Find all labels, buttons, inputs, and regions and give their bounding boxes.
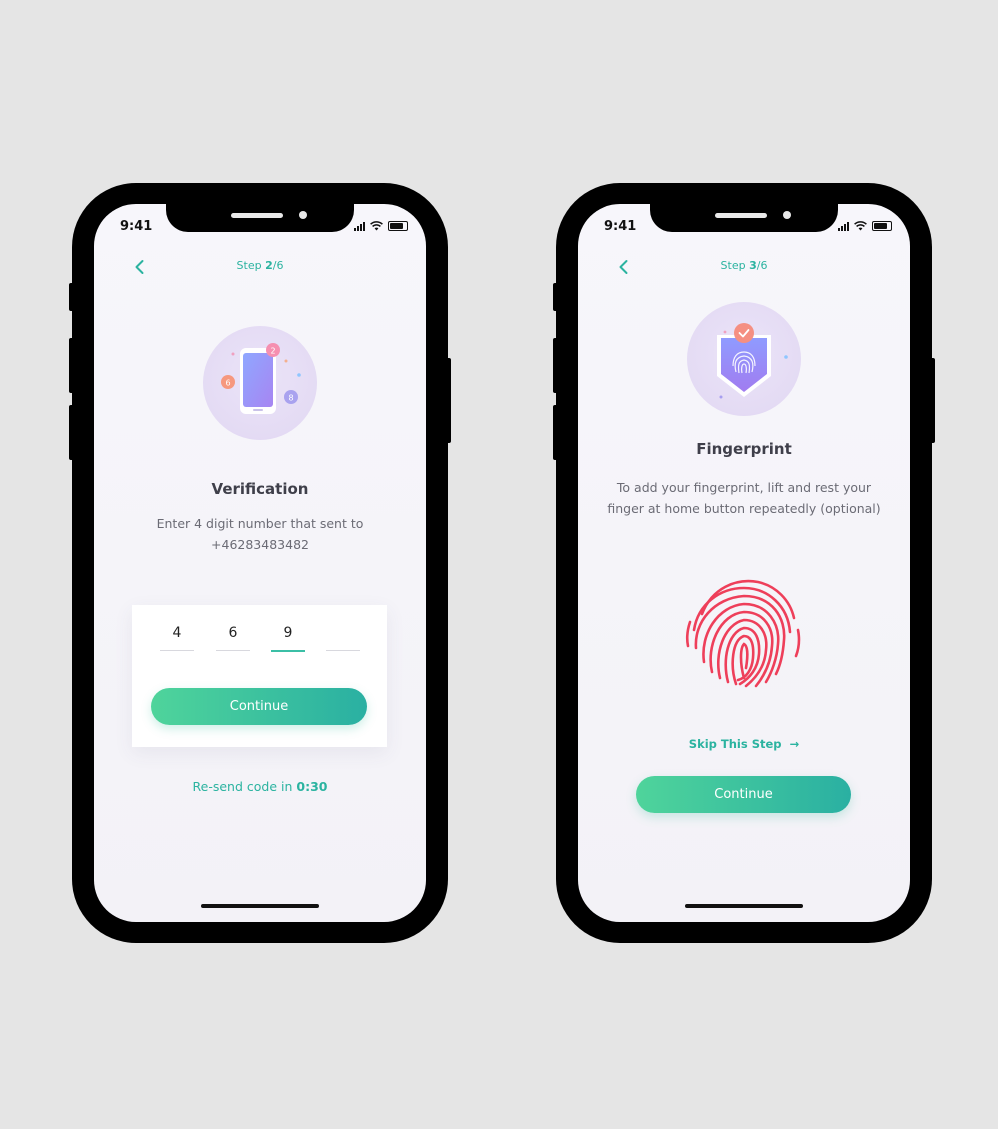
phone-number: +46283483482 bbox=[211, 537, 309, 552]
verification-screen: 9:41 Step 2/6 2 6 8 Verification Enter 4… bbox=[94, 204, 426, 922]
code-digit-4-underline bbox=[326, 650, 360, 651]
status-icons bbox=[838, 221, 892, 231]
code-digit-3-underline bbox=[271, 650, 305, 652]
description-line-1: Enter 4 digit number that sent to bbox=[156, 516, 364, 531]
svg-text:8: 8 bbox=[288, 394, 293, 403]
continue-button[interactable]: Continue bbox=[636, 776, 851, 813]
step-indicator: Step 2/6 bbox=[236, 259, 284, 272]
home-indicator bbox=[201, 904, 319, 908]
page-title: Verification bbox=[211, 480, 309, 498]
wifi-icon bbox=[370, 221, 383, 231]
phone-frame-fingerprint: 9:41 Step 3/6 Fingerprint To add your fi… bbox=[553, 183, 935, 943]
svg-text:2: 2 bbox=[270, 347, 275, 356]
wifi-icon bbox=[854, 221, 867, 231]
page-title: Fingerprint bbox=[696, 440, 792, 458]
phone-illustration: 2 6 8 bbox=[203, 326, 317, 440]
code-digit-2[interactable]: 6 bbox=[216, 625, 250, 641]
step-indicator: Step 3/6 bbox=[720, 259, 768, 272]
status-time: 9:41 bbox=[120, 219, 153, 234]
notch bbox=[166, 204, 354, 232]
code-digit-3[interactable]: 9 bbox=[271, 625, 305, 641]
fingerprint-screen: 9:41 Step 3/6 Fingerprint To add your fi… bbox=[578, 204, 910, 922]
arrow-right-icon: → bbox=[789, 737, 800, 751]
battery-icon bbox=[388, 221, 408, 231]
code-digit-2-underline bbox=[216, 650, 250, 651]
svg-text:6: 6 bbox=[225, 379, 230, 388]
code-digit-1[interactable]: 4 bbox=[160, 625, 194, 641]
signal-icon bbox=[354, 221, 365, 231]
smartphone-icon: 2 6 8 bbox=[221, 343, 301, 414]
home-indicator bbox=[685, 904, 803, 908]
resend-code-link[interactable]: Re-send code in 0:30 bbox=[94, 779, 426, 794]
code-entry-card: 4 6 9 Continue bbox=[132, 605, 387, 747]
signal-icon bbox=[838, 221, 849, 231]
battery-icon bbox=[872, 221, 892, 231]
notch bbox=[650, 204, 838, 232]
fingerprint-icon[interactable] bbox=[684, 574, 804, 692]
description: To add your fingerprint, lift and rest y… bbox=[578, 477, 910, 519]
shield-illustration bbox=[687, 302, 801, 416]
status-icons bbox=[354, 221, 408, 231]
continue-button[interactable]: Continue bbox=[151, 688, 367, 725]
status-time: 9:41 bbox=[604, 219, 637, 234]
skip-step-link[interactable]: Skip This Step → bbox=[578, 737, 910, 751]
description-line-1: To add your fingerprint, lift and rest y… bbox=[616, 480, 872, 495]
shield-fingerprint-icon bbox=[717, 323, 788, 399]
description: Enter 4 digit number that sent to +46283… bbox=[94, 513, 426, 555]
code-digit-1-underline bbox=[160, 650, 194, 651]
description-line-2: finger at home button repeatedly (option… bbox=[607, 501, 881, 516]
resend-timer: 0:30 bbox=[296, 779, 328, 794]
phone-frame-verification: 9:41 Step 2/6 2 6 8 Verification Enter 4… bbox=[69, 183, 451, 943]
